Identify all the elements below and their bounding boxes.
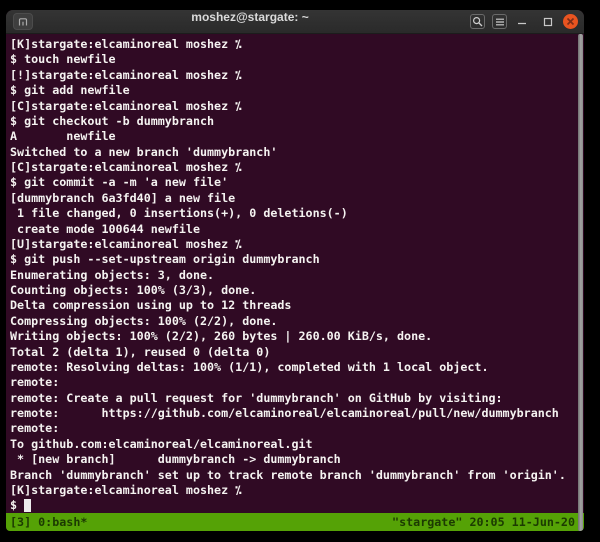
- terminal-line: remote: Create a pull request for 'dummy…: [10, 391, 578, 406]
- scrollbar-thumb[interactable]: [578, 34, 583, 531]
- terminal-app-icon: [17, 16, 29, 28]
- terminal-line: [K]stargate:elcaminoreal moshez ⁒: [10, 483, 578, 498]
- terminal-line: 1 file changed, 0 insertions(+), 0 delet…: [10, 206, 578, 221]
- terminal-window: moshez@stargate: ~: [6, 10, 584, 531]
- terminal-line: [C]stargate:elcaminoreal moshez ⁒: [10, 99, 578, 114]
- terminal-line: $ git checkout -b dummybranch: [10, 114, 578, 129]
- terminal-line: remote: https://github.com/elcaminoreal/…: [10, 406, 578, 421]
- terminal-line: Enumerating objects: 3, done.: [10, 268, 578, 283]
- search-icon: [472, 16, 483, 27]
- maximize-icon: [543, 17, 553, 27]
- terminal-prompt-line: $: [10, 498, 578, 513]
- terminal-line: remote: Resolving deltas: 100% (1/1), co…: [10, 360, 578, 375]
- desktop-background: moshez@stargate: ~: [0, 0, 600, 542]
- terminal-line: $ touch newfile: [10, 52, 578, 67]
- terminal-line: $ git commit -a -m 'a new file': [10, 175, 578, 190]
- terminal-line: [C]stargate:elcaminoreal moshez ⁒: [10, 160, 578, 175]
- maximize-button[interactable]: [540, 14, 556, 29]
- terminal-line: Branch 'dummybranch' set up to track rem…: [10, 468, 578, 483]
- terminal-line: [K]stargate:elcaminoreal moshez ⁒: [10, 37, 578, 52]
- terminal-line: [dummybranch 6a3fd40] a new file: [10, 191, 578, 206]
- terminal-line: * [new branch] dummybranch -> dummybranc…: [10, 452, 578, 467]
- terminal-line: Writing objects: 100% (2/2), 260 bytes |…: [10, 329, 578, 344]
- terminal-line: Total 2 (delta 1), reused 0 (delta 0): [10, 345, 578, 360]
- status-windows-list: [3] 0:bash*: [10, 515, 87, 529]
- minimize-icon: [517, 17, 527, 27]
- titlebar[interactable]: moshez@stargate: ~: [6, 10, 584, 34]
- status-host-datetime: "stargate" 20:05 11-Jun-20: [392, 515, 575, 529]
- terminal-lines: [K]stargate:elcaminoreal moshez ⁒$ touch…: [10, 37, 578, 498]
- terminal-line: remote:: [10, 421, 578, 436]
- terminal-line: $ git push --set-upstream origin dummybr…: [10, 252, 578, 267]
- window-title: moshez@stargate: ~: [46, 10, 454, 33]
- minimize-button[interactable]: [514, 14, 530, 29]
- close-icon: [566, 17, 575, 26]
- terminal-line: A newfile: [10, 129, 578, 144]
- prompt-text: $: [10, 498, 24, 512]
- terminal-cursor: [24, 499, 31, 512]
- close-button[interactable]: [563, 14, 578, 29]
- terminal-line: create mode 100644 newfile: [10, 222, 578, 237]
- terminal-line: $ git add newfile: [10, 83, 578, 98]
- terminal-line: [U]stargate:elcaminoreal moshez ⁒: [10, 237, 578, 252]
- terminal-line: remote:: [10, 375, 578, 390]
- menu-button[interactable]: [492, 14, 507, 29]
- terminal-line: Delta compression using up to 12 threads: [10, 298, 578, 313]
- hamburger-menu-icon: [495, 17, 505, 27]
- terminal-line: Counting objects: 100% (3/3), done.: [10, 283, 578, 298]
- screen-status-bar: [3] 0:bash* "stargate" 20:05 11-Jun-20: [6, 513, 584, 531]
- terminal-line: Switched to a new branch 'dummybranch': [10, 145, 578, 160]
- search-button[interactable]: [470, 14, 485, 29]
- terminal-line: [!]stargate:elcaminoreal moshez ⁒: [10, 68, 578, 83]
- terminal-line: To github.com:elcaminoreal/elcaminoreal.…: [10, 437, 578, 452]
- terminal-screen[interactable]: [K]stargate:elcaminoreal moshez ⁒$ touch…: [6, 34, 578, 513]
- app-menu-button[interactable]: [13, 13, 33, 30]
- terminal-line: Compressing objects: 100% (2/2), done.: [10, 314, 578, 329]
